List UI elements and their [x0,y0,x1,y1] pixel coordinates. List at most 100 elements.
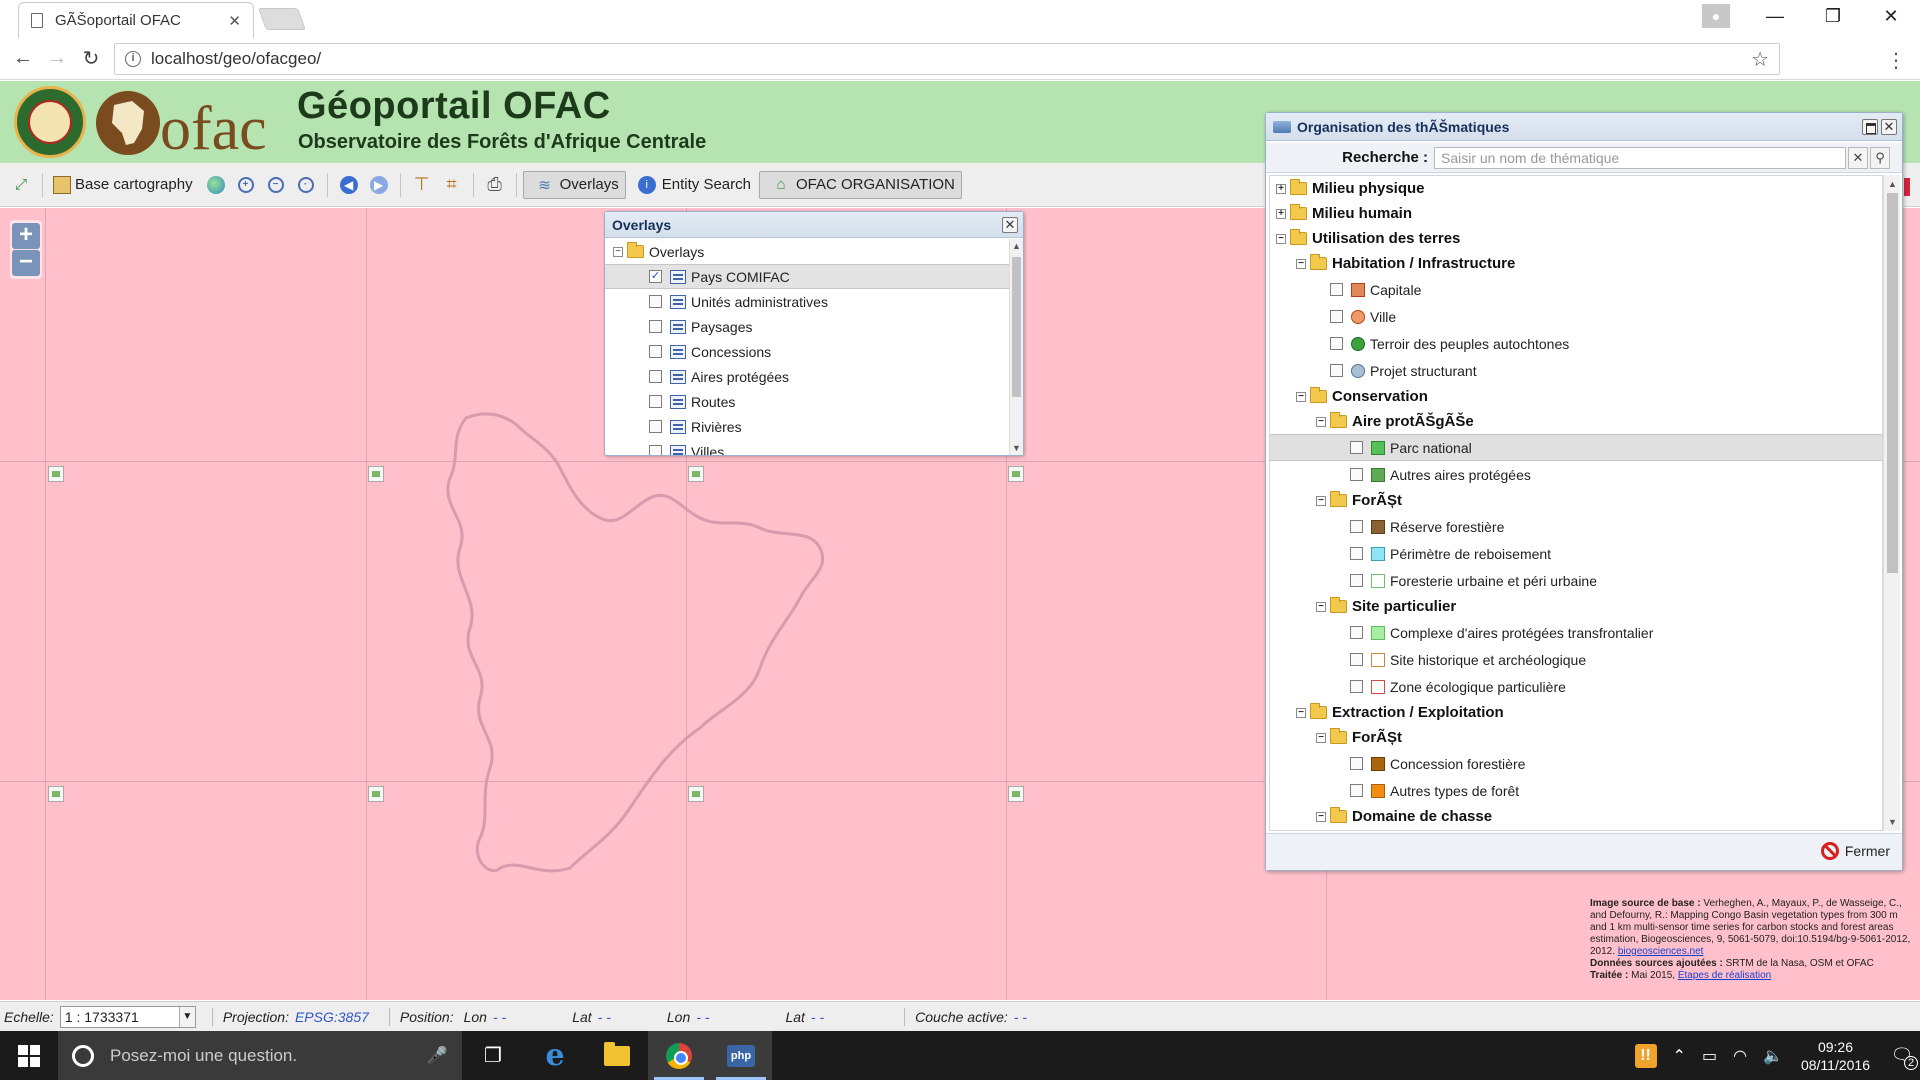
reload-icon[interactable]: ↻ [74,46,108,71]
theme-checkbox[interactable] [1330,364,1343,377]
zoom-box-icon[interactable]: · [295,174,317,196]
theme-site-historique[interactable]: Site historique et archéologique [1270,646,1882,673]
cortana-search[interactable]: Posez-moi une question. 🎤 [58,1031,462,1080]
expand-icon[interactable]: + [1276,183,1286,194]
layer-checkbox[interactable] [649,320,662,333]
thematic-scrollbar[interactable]: ▲ ▼ [1883,175,1900,831]
browser-tab[interactable]: GÃŠoportail OFAC ✕ [18,2,254,38]
measure-distance-icon[interactable]: ⊤ [411,174,433,196]
layer-checkbox[interactable] [649,370,662,383]
zoom-out-icon[interactable]: − [265,174,287,196]
overlays-button[interactable]: ≋ Overlays [522,170,626,199]
next-view-icon[interactable]: ▶ [368,174,390,196]
previous-view-icon[interactable]: ◀ [338,174,360,196]
theme-checkbox[interactable] [1350,680,1363,693]
overlays-window-header[interactable]: Overlays ✕ [605,212,1023,238]
attribution-treated-link[interactable]: Étapes de réalisation [1678,970,1771,981]
collapse-icon[interactable]: − [1276,233,1286,244]
theme-checkbox[interactable] [1350,653,1363,666]
theme-checkbox[interactable] [1330,337,1343,350]
forward-icon[interactable]: → [40,47,74,70]
battery-icon[interactable]: ▭ [1702,1046,1717,1066]
close-window-icon[interactable]: ✕ [1862,6,1920,27]
theme-checkbox[interactable] [1350,441,1363,454]
node-foret-conservation[interactable]: − ForÃȘt [1270,488,1882,513]
collapse-icon[interactable]: − [1296,707,1306,718]
phpstorm-app[interactable]: php [710,1031,772,1080]
edge-app[interactable]: e [524,1031,586,1080]
minimize-icon[interactable]: — [1746,6,1804,27]
layer-rivieres[interactable]: Rivières [605,414,1011,439]
clock[interactable]: 09:26 08/11/2016 [1801,1038,1870,1074]
wifi-icon[interactable]: ◠ [1733,1046,1747,1066]
theme-reserve-forestiere[interactable]: Réserve forestière [1270,513,1882,540]
restore-icon[interactable]: ❐ [1804,6,1862,27]
chrome-app[interactable] [648,1031,710,1080]
menu-icon[interactable]: ⋮ [1886,48,1906,73]
base-cartography-button[interactable]: Base cartography [75,176,193,193]
theme-foresterie-urbaine[interactable]: Foresterie urbaine et péri urbaine [1270,567,1882,594]
overlays-root-node[interactable]: − Overlays [605,239,1011,264]
ofac-organisation-button[interactable]: ⌂ OFAC ORGANISATION [758,170,962,199]
search-icon[interactable]: ⚲ [1870,146,1890,169]
thematic-window-header[interactable]: Organisation des thÃŠmatiques ✕ [1266,113,1902,141]
theme-zone-ecologique[interactable]: Zone écologique particulière [1270,673,1882,700]
scroll-down-icon[interactable]: ▼ [1012,443,1021,453]
theme-perimetre-reboisement[interactable]: Périmètre de reboisement [1270,540,1882,567]
scroll-up-icon[interactable]: ▲ [1012,241,1021,251]
collapse-icon[interactable]: − [1316,732,1326,743]
new-tab-button[interactable] [257,8,307,30]
scroll-thumb[interactable] [1887,193,1898,573]
layer-checkbox[interactable] [649,395,662,408]
layer-routes[interactable]: Routes [605,389,1011,414]
measure-area-icon[interactable]: ⌗ [441,174,463,196]
explorer-app[interactable] [586,1031,648,1080]
theme-checkbox[interactable] [1350,520,1363,533]
layer-concessions[interactable]: Concessions [605,339,1011,364]
map-layer-icon[interactable] [53,175,71,194]
theme-checkbox[interactable] [1350,757,1363,770]
layer-checkbox[interactable] [649,445,662,455]
scroll-thumb[interactable] [1012,257,1021,397]
theme-checkbox[interactable] [1330,283,1343,296]
theme-parc-national[interactable]: Parc national [1270,434,1882,461]
attribution-base-link[interactable]: biogeosciences.net [1618,946,1704,957]
node-foret-extraction[interactable]: − ForÃȘt [1270,725,1882,750]
layer-aires-protegees[interactable]: Aires protégées [605,364,1011,389]
tab-close-icon[interactable]: ✕ [228,12,241,30]
node-domaine-chasse[interactable]: − Domaine de chasse [1270,804,1882,829]
info-icon[interactable]: i [125,51,141,67]
theme-concession-forestiere[interactable]: Concession forestière [1270,750,1882,777]
zoom-in-icon[interactable]: + [235,174,257,196]
theme-terroir[interactable]: Terroir des peuples autochtones [1270,330,1882,357]
theme-checkbox[interactable] [1330,310,1343,323]
entity-search-info-icon[interactable]: i [636,174,658,196]
chevron-up-icon[interactable]: ⌃ [1673,1046,1686,1066]
clear-search-icon[interactable]: ✕ [1848,146,1868,169]
node-utilisation-des-terres[interactable]: − Utilisation des terres [1270,226,1882,251]
node-milieu-physique[interactable]: + Milieu physique [1270,176,1882,201]
layer-checkbox[interactable] [649,295,662,308]
node-aire-protegee[interactable]: − Aire protÃŠgÃŠe [1270,409,1882,434]
collapse-icon[interactable]: − [1316,601,1326,612]
overlays-close-icon[interactable]: ✕ [1002,216,1018,233]
scroll-up-icon[interactable]: ▲ [1888,179,1897,189]
theme-ville[interactable]: Ville [1270,303,1882,330]
layer-checkbox[interactable] [649,420,662,433]
collapse-icon[interactable]: − [1316,416,1326,427]
theme-checkbox[interactable] [1350,626,1363,639]
theme-checkbox[interactable] [1350,784,1363,797]
node-extraction[interactable]: − Extraction / Exploitation [1270,700,1882,725]
thematic-search-input[interactable] [1434,146,1846,169]
maximize-icon[interactable] [1862,118,1878,135]
print-icon[interactable]: ⎙ [484,174,506,196]
address-bar[interactable]: i localhost/geo/ofacgeo/ ☆ [114,43,1780,75]
chevron-down-icon[interactable]: ▼ [178,1006,195,1027]
back-icon[interactable]: ← [6,47,40,70]
collapse-icon[interactable]: − [1316,811,1326,822]
node-habitation[interactable]: − Habitation / Infrastructure [1270,251,1882,276]
map-zoom-out-button[interactable]: − [12,250,40,276]
layer-unites-administratives[interactable]: Unités administratives [605,289,1011,314]
layer-checkbox[interactable] [649,345,662,358]
entity-search-button[interactable]: Entity Search [662,176,751,193]
